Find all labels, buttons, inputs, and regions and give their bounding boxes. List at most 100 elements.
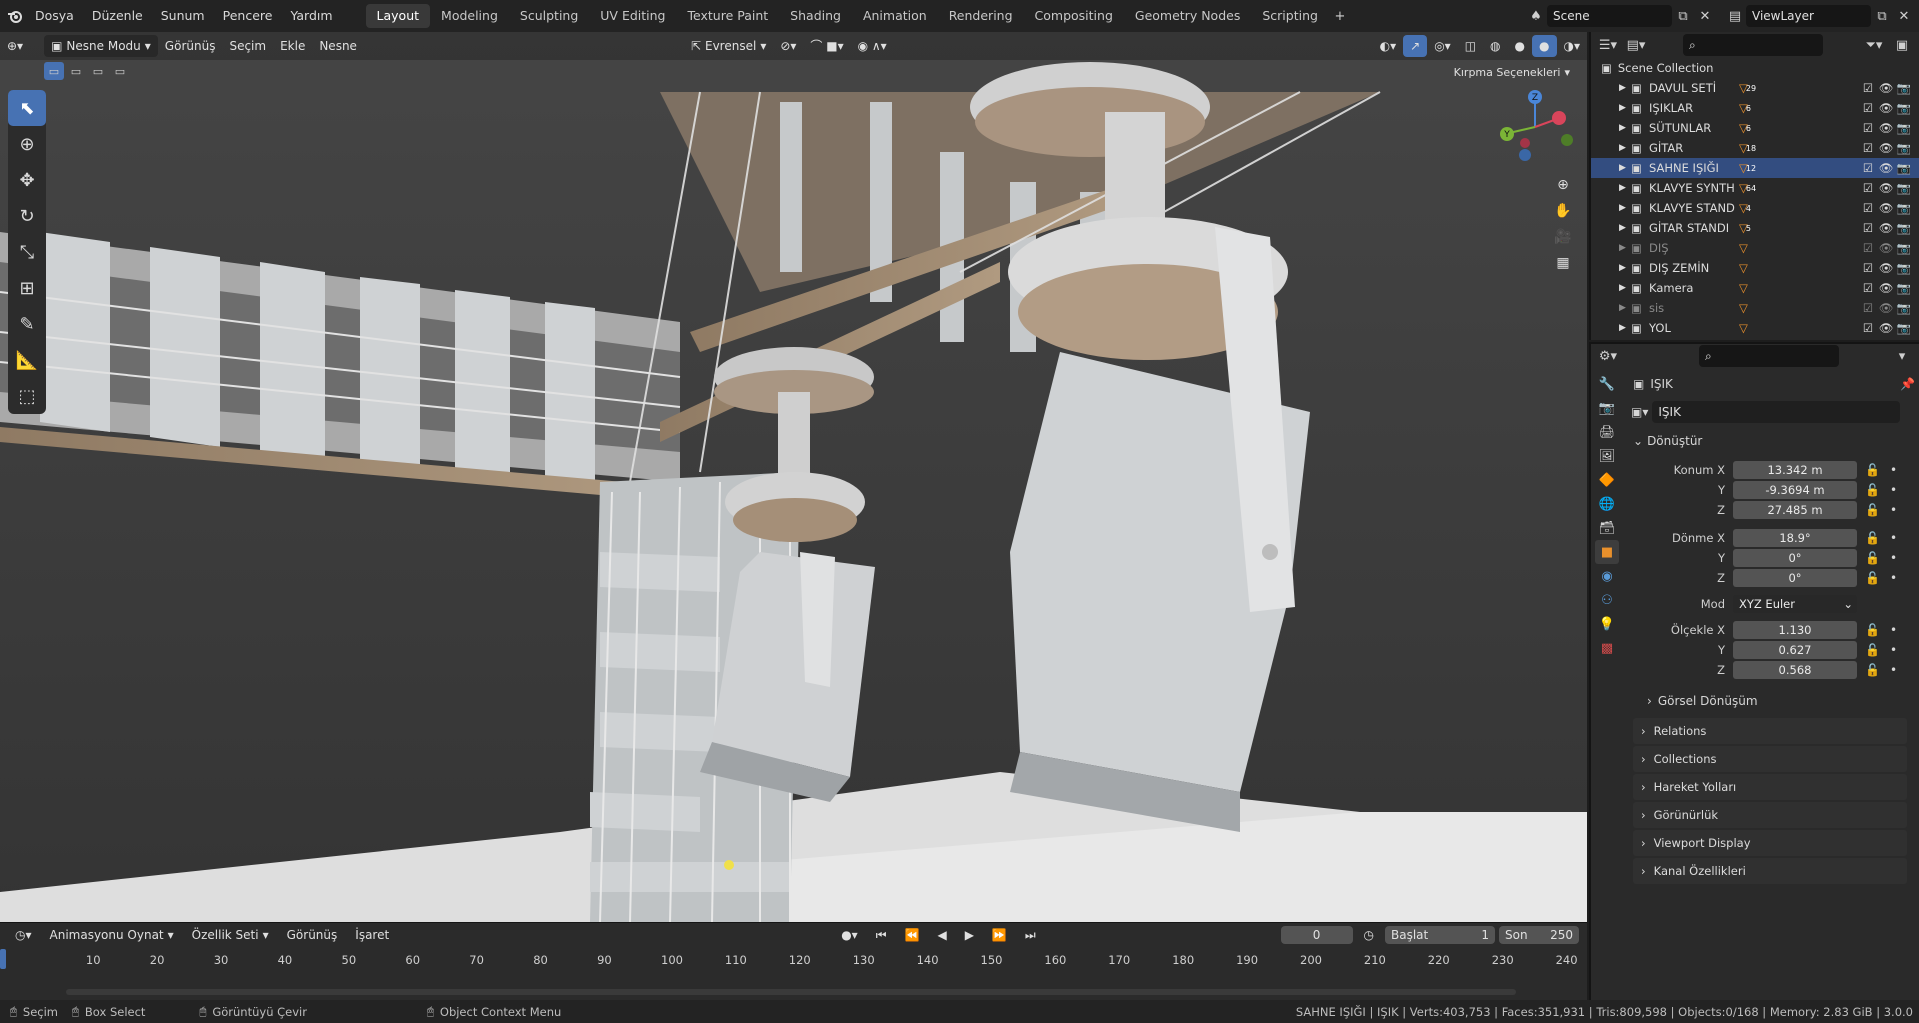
- eye-icon[interactable]: 👁: [1877, 201, 1895, 215]
- eye-icon[interactable]: 👁: [1877, 241, 1895, 255]
- tool-tab-icon[interactable]: 🔧: [1595, 372, 1619, 396]
- viewlayer-field[interactable]: ViewLayer: [1746, 5, 1871, 27]
- scale-y-field[interactable]: 0.627: [1733, 641, 1857, 659]
- select-intersect-icon[interactable]: ▭: [110, 62, 130, 80]
- location-x-field[interactable]: 13.342 m: [1733, 461, 1857, 479]
- xray-icon[interactable]: ◫: [1458, 35, 1483, 57]
- tab-animation[interactable]: Animation: [852, 4, 938, 28]
- add-workspace-icon[interactable]: +: [1329, 5, 1351, 27]
- select-new-icon[interactable]: ▭: [44, 62, 64, 80]
- select-subtract-icon[interactable]: ▭: [88, 62, 108, 80]
- timeline-editor-icon[interactable]: ◷▾: [8, 924, 39, 946]
- object-name-field[interactable]: IŞIK: [1652, 401, 1901, 423]
- texture-tab-icon[interactable]: ▩: [1595, 636, 1619, 660]
- keyframe-dot-icon[interactable]: •: [1890, 503, 1897, 517]
- eye-icon[interactable]: 👁: [1877, 301, 1895, 315]
- menu-view[interactable]: Görünüş: [158, 35, 223, 57]
- perspective-grid-icon[interactable]: ▦: [1550, 250, 1576, 276]
- checkbox-icon[interactable]: ☑: [1859, 321, 1877, 335]
- scene-field[interactable]: Scene: [1547, 5, 1672, 27]
- expand-arrow-icon[interactable]: ▶: [1619, 283, 1631, 293]
- viewlayer-icon[interactable]: ▤: [1724, 5, 1746, 27]
- physics-tab-icon[interactable]: ◉: [1595, 564, 1619, 588]
- tab-texture-paint[interactable]: Texture Paint: [677, 4, 780, 28]
- mode-dropdown[interactable]: ▣ Nesne Modu ▾: [44, 35, 158, 57]
- properties-section[interactable]: › Relations: [1633, 718, 1907, 744]
- move-tool-icon[interactable]: ✥: [8, 162, 46, 198]
- close-viewlayer-icon[interactable]: ✕: [1893, 5, 1915, 27]
- menu-object[interactable]: Nesne: [312, 35, 364, 57]
- object-type-icon[interactable]: ▣▾: [1631, 405, 1648, 419]
- scene-tab-icon[interactable]: 🔶: [1595, 468, 1619, 492]
- render-tab-icon[interactable]: 📷: [1595, 396, 1619, 420]
- end-frame-field[interactable]: Son 250: [1499, 926, 1579, 944]
- outliner-row[interactable]: ▶ ▣ GİTAR STANDI ▽ 5 ☑ 👁 📷: [1591, 218, 1919, 238]
- record-icon[interactable]: ●▾: [834, 924, 865, 946]
- menu-file[interactable]: Dosya: [26, 0, 83, 32]
- cursor-tool-icon[interactable]: ⊕: [8, 126, 46, 162]
- outliner-row[interactable]: ▶ ▣ DAVUL SETİ ▽ 29 ☑ 👁 📷: [1591, 78, 1919, 98]
- material-shading-icon[interactable]: ●: [1532, 35, 1557, 57]
- delta-transform-header[interactable]: › Görsel Dönüşüm: [1625, 688, 1915, 714]
- copy-viewlayer-icon[interactable]: ⧉: [1871, 5, 1893, 27]
- expand-arrow-icon[interactable]: ▶: [1619, 143, 1631, 153]
- camera-icon[interactable]: 📷: [1895, 181, 1913, 195]
- checkbox-icon[interactable]: ☑: [1859, 141, 1877, 155]
- visibility-icon[interactable]: ◐▾: [1373, 35, 1404, 57]
- properties-editor-icon[interactable]: ⚙▾: [1597, 345, 1619, 367]
- outliner-row[interactable]: ▶ ▣ SÜTUNLAR ▽ 6 ☑ 👁 📷: [1591, 118, 1919, 138]
- transform-tool-icon[interactable]: ⊞: [8, 270, 46, 306]
- lock-icon[interactable]: 🔓: [1865, 463, 1880, 477]
- lock-icon[interactable]: 🔓: [1865, 623, 1880, 637]
- select-extend-icon[interactable]: ▭: [66, 62, 86, 80]
- expand-arrow-icon[interactable]: ▶: [1619, 123, 1631, 133]
- lock-icon[interactable]: 🔓: [1865, 531, 1880, 545]
- pan-hand-icon[interactable]: ✋: [1550, 198, 1576, 224]
- expand-arrow-icon[interactable]: ▶: [1619, 203, 1631, 213]
- blender-logo-icon[interactable]: [4, 5, 26, 27]
- constraints-tab-icon[interactable]: ⚇: [1595, 588, 1619, 612]
- checkbox-icon[interactable]: ☑: [1859, 221, 1877, 235]
- tab-compositing[interactable]: Compositing: [1024, 4, 1124, 28]
- outliner-row[interactable]: ▶ ▣ GİTAR ▽ 18 ☑ 👁 📷: [1591, 138, 1919, 158]
- overlay-icon[interactable]: ◎▾: [1427, 35, 1458, 57]
- menu-render[interactable]: Sunum: [152, 0, 214, 32]
- keyframe-dot-icon[interactable]: •: [1890, 483, 1897, 497]
- transform-panel-header[interactable]: ⌄ Dönüştür: [1625, 428, 1915, 454]
- tab-rendering[interactable]: Rendering: [938, 4, 1024, 28]
- display-mode-icon[interactable]: ▤▾: [1625, 34, 1647, 56]
- jump-start-icon[interactable]: ⏮: [869, 924, 894, 946]
- rotation-z-field[interactable]: 0°: [1733, 569, 1857, 587]
- scale-z-field[interactable]: 0.568: [1733, 661, 1857, 679]
- pivot-icon[interactable]: ⊘▾: [773, 35, 803, 57]
- expand-arrow-icon[interactable]: ▶: [1619, 183, 1631, 193]
- outliner-editor-icon[interactable]: ☰▾: [1597, 34, 1619, 56]
- eye-icon[interactable]: 👁: [1877, 141, 1895, 155]
- checkbox-icon[interactable]: ☑: [1859, 241, 1877, 255]
- gizmo-icon[interactable]: ↗: [1403, 35, 1428, 57]
- measure-tool-icon[interactable]: 📐: [8, 342, 46, 378]
- frame-ruler[interactable]: 10 20 30 40 50 60 70 80 90 100 110 120 130 140 150 160 1…: [0, 951, 1587, 971]
- pin-icon[interactable]: 📌: [1900, 377, 1915, 391]
- eye-icon[interactable]: 👁: [1877, 321, 1895, 335]
- properties-section[interactable]: › Kanal Özellikleri: [1633, 858, 1907, 884]
- properties-section[interactable]: › Collections: [1633, 746, 1907, 772]
- tab-modeling[interactable]: Modeling: [430, 4, 509, 28]
- collection-tab-icon[interactable]: 🗃: [1595, 516, 1619, 540]
- tab-sculpting[interactable]: Sculpting: [509, 4, 589, 28]
- snap-icon[interactable]: ⌒ ■▾: [803, 35, 850, 57]
- checkbox-icon[interactable]: ☑: [1859, 81, 1877, 95]
- clipping-options-dropdown[interactable]: Kırpma Seçenekleri ▾: [1447, 62, 1577, 84]
- tab-uv-editing[interactable]: UV Editing: [589, 4, 676, 28]
- eye-icon[interactable]: 👁: [1877, 121, 1895, 135]
- camera-icon[interactable]: 📷: [1895, 121, 1913, 135]
- jump-end-icon[interactable]: ⏭: [1018, 924, 1043, 946]
- lock-icon[interactable]: 🔓: [1865, 663, 1880, 677]
- next-keyframe-icon[interactable]: ⏩: [985, 924, 1014, 946]
- data-tab-icon[interactable]: 💡: [1595, 612, 1619, 636]
- expand-arrow-icon[interactable]: ▶: [1619, 163, 1631, 173]
- properties-section[interactable]: › Viewport Display: [1633, 830, 1907, 856]
- object-tab-icon[interactable]: ■: [1595, 540, 1619, 564]
- expand-arrow-icon[interactable]: ▶: [1619, 83, 1631, 93]
- location-z-field[interactable]: 27.485 m: [1733, 501, 1857, 519]
